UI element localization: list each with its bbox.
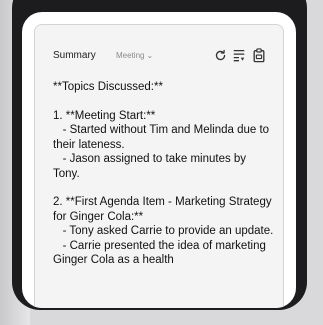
summary-panel: Summary Meeting ⌄ **Topics Discussed:** …: [34, 24, 284, 308]
panel-title: Summary: [53, 50, 96, 61]
item-2-title: 2. **First Agenda Item - Marketing Strat…: [53, 196, 275, 223]
screen: Summary Meeting ⌄ **Topics Discussed:** …: [22, 12, 296, 308]
meeting-dropdown[interactable]: Meeting ⌄: [116, 51, 153, 60]
panel-toolbar: Summary Meeting ⌄: [35, 25, 283, 67]
heading-text: **Topics Discussed:**: [53, 81, 163, 93]
dropdown-label: Meeting: [116, 51, 145, 60]
item-2-line-1: - Tony asked Carrie to provide an update…: [53, 225, 274, 237]
item-2-line-2: - Carrie presented the idea of marketing…: [53, 239, 270, 267]
item-1-title: 1. **Meeting Start:**: [53, 109, 156, 122]
item-1-line-2: - Jason assigned to take minutes by Tony…: [53, 153, 250, 180]
summary-content: **Topics Discussed:** 1. **Meeting Start…: [53, 80, 275, 268]
chevron-down-icon: ⌄: [146, 51, 154, 60]
refresh-icon[interactable]: [212, 47, 228, 63]
clipboard-icon[interactable]: [251, 47, 267, 63]
list-filter-icon[interactable]: [231, 47, 247, 63]
item-1-line-1: - Started without Tim and Melinda due to…: [53, 124, 273, 151]
